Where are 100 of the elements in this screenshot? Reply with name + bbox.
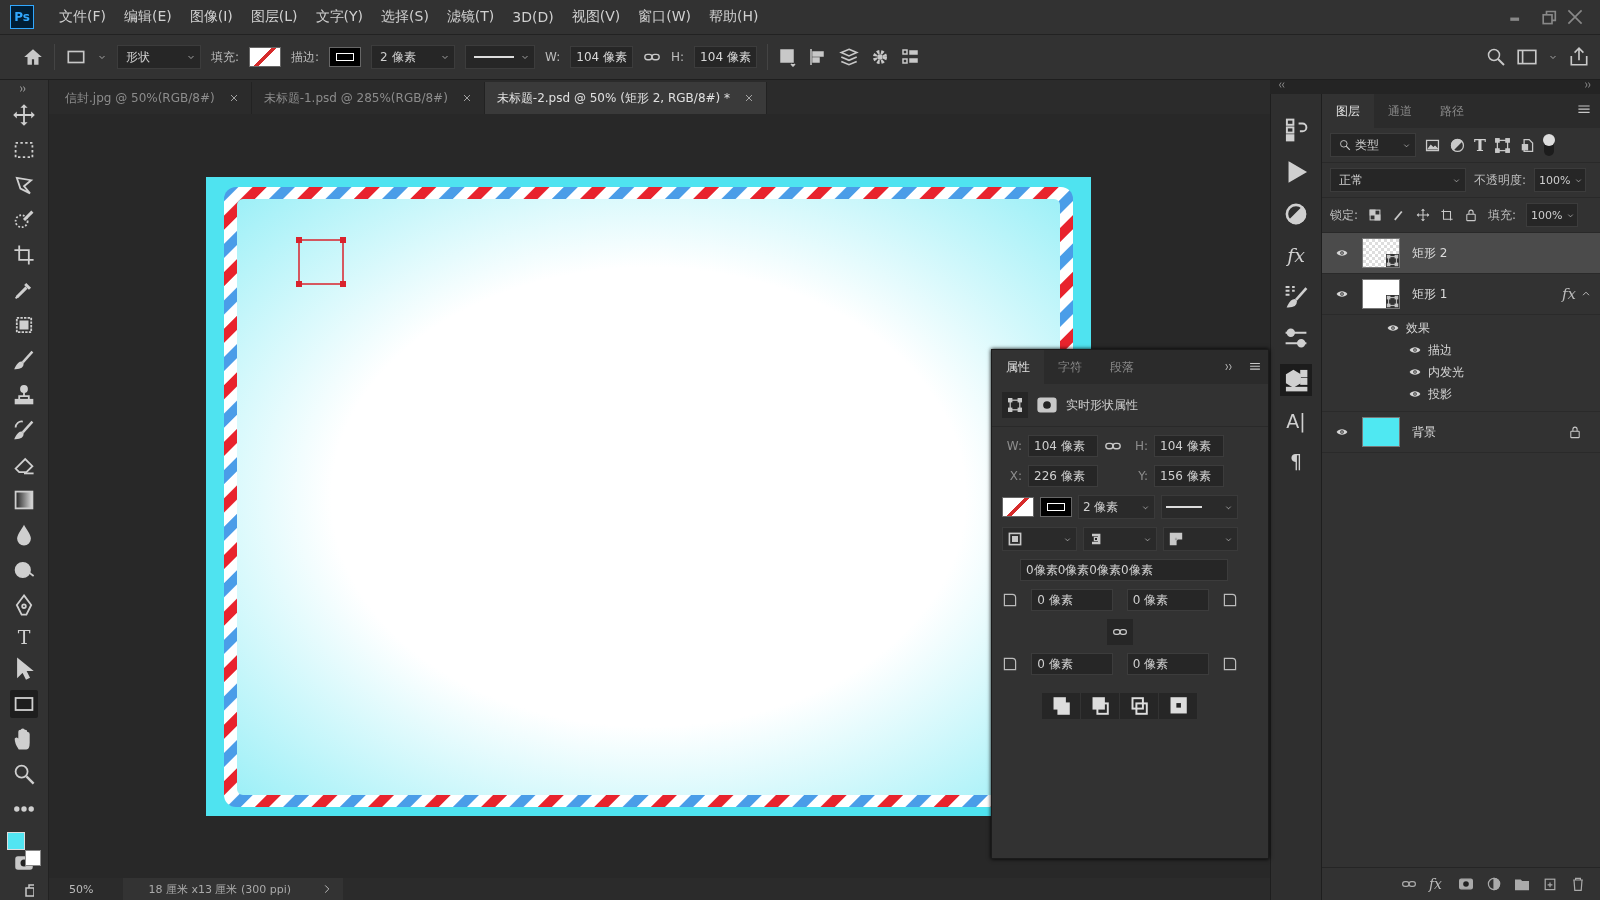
menu-item[interactable]: 图像(I) xyxy=(180,8,242,26)
type-tool[interactable]: T xyxy=(10,626,38,648)
stroke-swatch[interactable] xyxy=(1040,497,1072,517)
foreground-color-swatch[interactable] xyxy=(7,832,25,850)
panel-button[interactable]: A| xyxy=(1280,406,1312,436)
blend-mode-dropdown[interactable]: 正常 xyxy=(1330,168,1466,192)
panel-tab[interactable]: 通道 xyxy=(1374,94,1426,128)
layer-name: 矩形 1 xyxy=(1412,285,1449,303)
share-icon[interactable] xyxy=(1568,46,1590,68)
width-field[interactable]: 104 像素 xyxy=(1028,435,1098,457)
effects-indicator[interactable]: fx xyxy=(1562,285,1576,303)
strokealign-icon xyxy=(1007,531,1023,547)
menu-item[interactable]: 视图(V) xyxy=(562,8,630,26)
layer-row[interactable]: 矩形 1 fx xyxy=(1322,274,1600,315)
panel-button[interactable]: fx xyxy=(1280,240,1312,270)
width-label: W: xyxy=(1005,439,1022,453)
menu-item[interactable]: 选择(S) xyxy=(372,8,438,26)
stroke-width-dropdown[interactable]: 2 像素 xyxy=(371,45,456,69)
menu-item[interactable]: 文字(Y) xyxy=(306,8,373,26)
panel-tab[interactable]: 路径 xyxy=(1426,94,1478,128)
new-layer-icon[interactable] xyxy=(1542,876,1558,892)
effect-name: 投影 xyxy=(1428,385,1452,403)
path-operation-icon[interactable] xyxy=(1042,693,1081,719)
lock-icon[interactable] xyxy=(1568,425,1582,439)
type-filter-button[interactable]: T xyxy=(1474,135,1486,155)
opacity-field[interactable]: 100% xyxy=(1534,168,1586,192)
menu-item[interactable]: 文件(F) xyxy=(50,8,115,26)
menu-item[interactable]: 编辑(E) xyxy=(115,8,181,26)
width-field[interactable]: 104 像素 xyxy=(570,46,634,68)
layer-row[interactable]: 矩形 2 xyxy=(1322,233,1600,274)
panel-tab[interactable]: 段落 xyxy=(1096,350,1148,384)
x-position-field[interactable]: 226 像素 xyxy=(1028,465,1098,487)
height-field[interactable]: 104 像素 xyxy=(694,46,757,68)
adjustment-layer-icon[interactable] xyxy=(1486,876,1502,892)
menu-item[interactable]: 图层(L) xyxy=(241,8,307,26)
corners-icon xyxy=(1168,531,1185,547)
layer-row[interactable]: 背景 xyxy=(1322,412,1600,453)
line-style-dropdown[interactable] xyxy=(465,45,536,69)
rectangle-tool-icon[interactable] xyxy=(10,690,38,718)
add-style-button[interactable]: fx xyxy=(1428,876,1442,892)
selected-rectangle-shape[interactable] xyxy=(296,237,346,287)
filter-dropdown[interactable]: 类型 xyxy=(1330,133,1416,157)
line-style-dropdown[interactable] xyxy=(1161,495,1238,519)
panel-tab[interactable]: 字符 xyxy=(1044,350,1096,384)
trash-icon[interactable] xyxy=(1570,876,1586,892)
adjustment-filter-icon[interactable] xyxy=(1449,136,1466,154)
background-color-swatch[interactable] xyxy=(25,850,41,866)
collapse-icon[interactable] xyxy=(1276,80,1286,90)
fill-swatch[interactable] xyxy=(249,47,282,67)
stroke-swatch[interactable] xyxy=(329,47,362,67)
corner-radius-summary-field[interactable]: 0像素0像素0像素0像素 xyxy=(1020,559,1228,581)
fill-field[interactable]: 100% xyxy=(1526,203,1578,227)
shape-badge-icon xyxy=(1386,254,1399,267)
stroke-align-dropdown[interactable] xyxy=(1002,527,1077,551)
search-icon[interactable] xyxy=(1486,47,1506,67)
lock-all-icon[interactable] xyxy=(1464,208,1479,222)
cube-icon[interactable] xyxy=(1280,364,1312,396)
close-icon[interactable] xyxy=(461,93,472,103)
arrange-icon[interactable] xyxy=(837,46,860,68)
corner-radius-field[interactable]: 0 像素 xyxy=(1126,589,1209,611)
line-style-preview xyxy=(474,56,515,58)
close-icon[interactable] xyxy=(228,93,239,103)
menu-item[interactable]: 帮助(H) xyxy=(700,8,768,26)
document-tab[interactable]: 未标题-2.psd @ 50% (矩形 2, RGB/8#) * xyxy=(484,82,768,114)
path-operation-icon[interactable] xyxy=(1120,693,1159,719)
path-operation-icon[interactable] xyxy=(1159,693,1198,719)
fill-swatch[interactable] xyxy=(1002,497,1034,517)
lock-artboard-icon[interactable] xyxy=(1440,208,1455,222)
stroke-corners-dropdown[interactable] xyxy=(1163,527,1238,551)
panel-button[interactable]: ¶ xyxy=(1280,446,1312,476)
path-operations-icon[interactable] xyxy=(777,47,798,67)
filter-toggle[interactable] xyxy=(1543,134,1554,156)
align-edges-icon[interactable] xyxy=(899,47,920,67)
corner-radius-field[interactable]: 0 像素 xyxy=(1031,653,1114,675)
link-corners-button[interactable] xyxy=(1107,619,1133,645)
close-icon[interactable] xyxy=(744,93,755,103)
search-icon xyxy=(1339,139,1351,151)
height-field[interactable]: 104 像素 xyxy=(1154,435,1224,457)
folder-icon[interactable] xyxy=(1514,876,1530,892)
corner-radius-field[interactable]: 0 像素 xyxy=(1126,653,1209,675)
corner-radius-field[interactable]: 0 像素 xyxy=(1031,589,1114,611)
panel-tab[interactable]: 属性 xyxy=(992,350,1044,384)
add-mask-icon[interactable] xyxy=(1458,876,1474,892)
menu-item[interactable]: 3D(D) xyxy=(503,9,563,25)
menu-item[interactable]: 滤镜(T) xyxy=(437,8,504,26)
lock-position-icon[interactable] xyxy=(1416,208,1431,222)
shape-filter-icon[interactable] xyxy=(1493,136,1511,154)
lock-transparency-icon[interactable] xyxy=(1368,208,1383,222)
panel-tab[interactable]: 图层 xyxy=(1322,94,1374,128)
menu-item[interactable]: 窗口(W) xyxy=(629,8,701,26)
height-label: H: xyxy=(671,50,685,64)
transform-button[interactable] xyxy=(1002,392,1028,418)
stroke-caps-dropdown[interactable] xyxy=(1082,527,1158,551)
path-operation-icon[interactable] xyxy=(1081,693,1120,719)
line-style-preview xyxy=(1166,506,1202,508)
y-position-field[interactable]: 156 像素 xyxy=(1154,465,1224,487)
lock-label: 锁定: xyxy=(1330,206,1359,224)
mode-dropdown[interactable]: 形状 xyxy=(117,45,201,69)
corner-icon xyxy=(1002,656,1018,672)
stroke-width-dropdown[interactable]: 2 像素 xyxy=(1078,495,1155,519)
